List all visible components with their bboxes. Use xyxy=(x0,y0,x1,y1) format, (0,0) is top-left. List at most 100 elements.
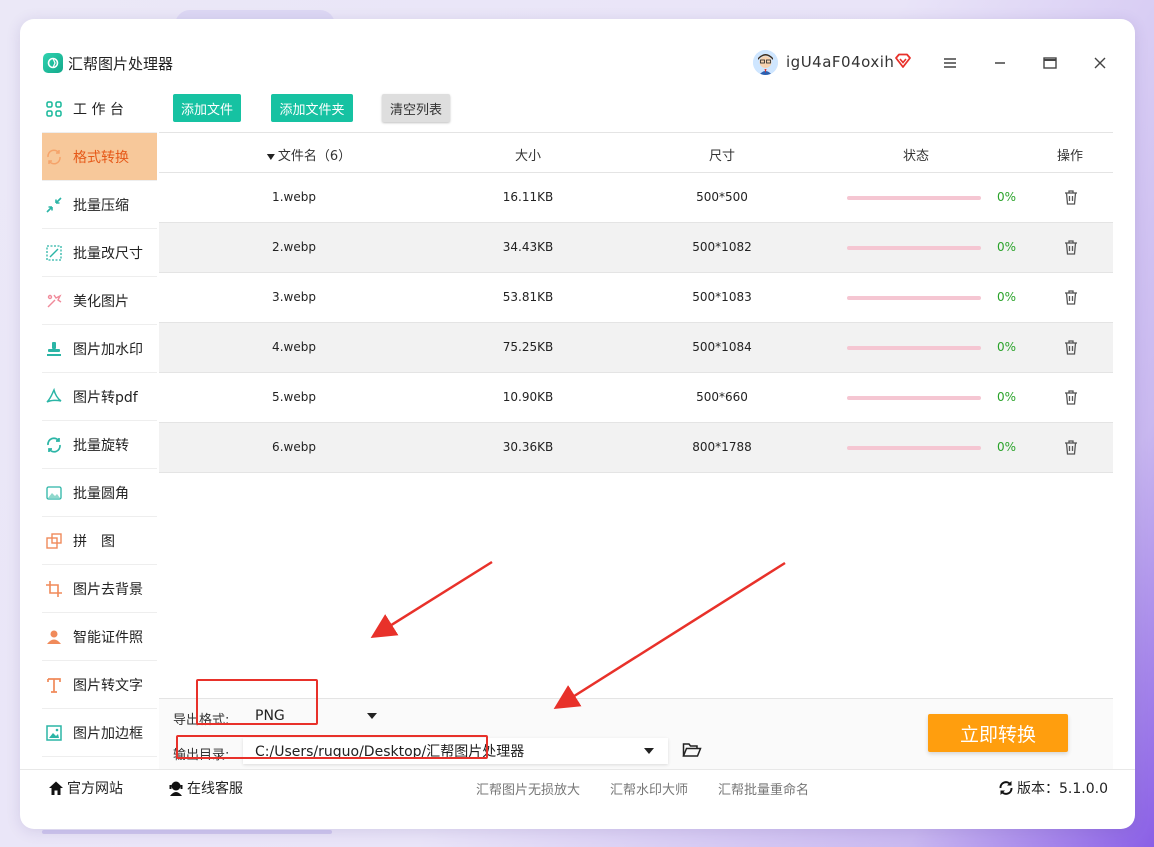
sidebar-item-frame[interactable]: 图片加边框 xyxy=(42,709,157,757)
sort-header-name[interactable]: 文件名（6） xyxy=(266,145,352,164)
table-row[interactable]: 4.webp 75.25KB 500*1084 0% xyxy=(159,323,1113,373)
frame-icon xyxy=(44,723,64,743)
menu-icon[interactable] xyxy=(940,53,960,73)
sidebar-item-id-photo[interactable]: 智能证件照 xyxy=(42,613,157,661)
trash-icon[interactable] xyxy=(1063,189,1079,206)
sidebar-item-label: 智能证件照 xyxy=(73,629,143,646)
collage-icon xyxy=(44,531,64,551)
file-size: 34.43KB xyxy=(502,240,554,254)
progress-bar xyxy=(847,196,981,200)
sidebar-item-label: 美化图片 xyxy=(73,293,129,310)
sidebar-item-label: 批量旋转 xyxy=(73,437,129,454)
sidebar: 工 作 台 格式转换 批量压缩 批量改尺寸 美化图片 图片加水印 图片转pdf xyxy=(42,85,157,769)
resize-icon xyxy=(44,243,64,263)
sidebar-item-format-convert[interactable]: 格式转换 xyxy=(42,133,157,181)
folder-open-icon[interactable] xyxy=(682,742,702,758)
avatar[interactable] xyxy=(753,50,778,75)
sidebar-item-label: 格式转换 xyxy=(73,149,129,166)
clear-list-button[interactable]: 清空列表 xyxy=(382,94,450,122)
sidebar-item-rotate[interactable]: 批量旋转 xyxy=(42,421,157,469)
table-header: 文件名（6） 大小 尺寸 状态 操作 xyxy=(159,132,1113,173)
progress-percent: 0% xyxy=(997,390,1017,404)
progress-percent: 0% xyxy=(997,440,1017,454)
table-row[interactable]: 5.webp 10.90KB 500*660 0% xyxy=(159,373,1113,423)
add-folder-button[interactable]: 添加文件夹 xyxy=(271,94,353,122)
person-icon xyxy=(44,627,64,647)
crop-icon xyxy=(44,579,64,599)
sidebar-item-watermark[interactable]: 图片加水印 xyxy=(42,325,157,373)
table-row[interactable]: 1.webp 16.11KB 500*500 0% xyxy=(159,173,1113,223)
file-name: 4.webp xyxy=(272,340,316,354)
sidebar-item-label: 图片转pdf xyxy=(73,389,138,406)
official-website-link[interactable]: 官方网站 xyxy=(48,778,123,798)
chevron-down-icon xyxy=(367,713,377,719)
file-dimensions: 800*1788 xyxy=(692,440,752,454)
footer: 官方网站 在线客服 汇帮图片无损放大 汇帮水印大师 汇帮批量重命名 版本：5.1… xyxy=(20,769,1135,803)
sidebar-item-label: 拼 图 xyxy=(73,533,115,550)
vip-diamond-icon[interactable] xyxy=(894,53,912,69)
footer-link-upscale[interactable]: 汇帮图片无损放大 xyxy=(476,779,580,798)
progress-bar xyxy=(847,346,981,350)
table-row[interactable]: 2.webp 34.43KB 500*1082 0% xyxy=(159,223,1113,273)
file-size: 16.11KB xyxy=(502,190,554,204)
file-name: 6.webp xyxy=(272,440,316,454)
pdf-icon xyxy=(44,387,64,407)
sidebar-item-compress[interactable]: 批量压缩 xyxy=(42,181,157,229)
sort-down-icon xyxy=(266,153,275,160)
trash-icon[interactable] xyxy=(1063,239,1079,256)
sidebar-item-beautify[interactable]: 美化图片 xyxy=(42,277,157,325)
trash-icon[interactable] xyxy=(1063,389,1079,406)
footer-link-rename[interactable]: 汇帮批量重命名 xyxy=(718,779,809,798)
refresh-icon xyxy=(999,781,1013,795)
progress-percent: 0% xyxy=(997,290,1017,304)
sidebar-item-to-text[interactable]: 图片转文字 xyxy=(42,661,157,709)
sidebar-item-to-pdf[interactable]: 图片转pdf xyxy=(42,373,157,421)
annotation-box-output-dir xyxy=(176,735,488,759)
version-info[interactable]: 版本：5.1.0.0 xyxy=(998,778,1108,798)
grid-icon xyxy=(44,99,64,119)
watermark-icon xyxy=(44,339,64,359)
headset-icon xyxy=(169,781,183,796)
online-support-link[interactable]: 在线客服 xyxy=(168,778,243,798)
sidebar-item-label: 工 作 台 xyxy=(73,101,124,118)
progress-percent: 0% xyxy=(997,190,1017,204)
file-table: 文件名（6） 大小 尺寸 状态 操作 1.webp 16.11KB 500*50… xyxy=(159,132,1113,473)
header-name: 文件名（6） xyxy=(277,149,352,164)
sidebar-item-remove-bg[interactable]: 图片去背景 xyxy=(42,565,157,613)
sidebar-item-resize[interactable]: 批量改尺寸 xyxy=(42,229,157,277)
file-dimensions: 500*660 xyxy=(696,390,748,404)
header-action: 操作 xyxy=(1056,149,1084,164)
sidebar-item-label: 批量压缩 xyxy=(73,197,129,214)
maximize-icon[interactable] xyxy=(1040,53,1060,73)
file-dimensions: 500*1084 xyxy=(692,340,752,354)
trash-icon[interactable] xyxy=(1063,339,1079,356)
chevron-down-icon xyxy=(644,748,654,754)
convert-now-button[interactable]: 立即转换 xyxy=(928,714,1068,752)
file-dimensions: 500*500 xyxy=(696,190,748,204)
compress-icon xyxy=(44,195,64,215)
online-support-label: 在线客服 xyxy=(187,781,243,797)
app-logo-icon xyxy=(43,53,63,73)
sidebar-item-workbench[interactable]: 工 作 台 xyxy=(42,85,157,133)
table-row[interactable]: 6.webp 30.36KB 800*1788 0% xyxy=(159,423,1113,473)
sidebar-item-label: 图片去背景 xyxy=(73,581,143,598)
minimize-icon[interactable] xyxy=(990,53,1010,73)
file-size: 10.90KB xyxy=(502,390,554,404)
convert-icon xyxy=(44,147,64,167)
sidebar-item-collage[interactable]: 拼 图 xyxy=(42,517,157,565)
header-size: 大小 xyxy=(514,149,542,164)
sidebar-item-round-corner[interactable]: 批量圆角 xyxy=(42,469,157,517)
annotation-box-format xyxy=(196,679,318,725)
header-dimensions: 尺寸 xyxy=(708,149,736,164)
trash-icon[interactable] xyxy=(1063,439,1079,456)
table-row[interactable]: 3.webp 53.81KB 500*1083 0% xyxy=(159,273,1113,323)
round-corner-icon xyxy=(44,483,64,503)
background-bar xyxy=(42,830,332,834)
sidebar-item-label: 批量圆角 xyxy=(73,485,129,502)
username[interactable]: igU4aF04oxih xyxy=(786,53,894,71)
header-status: 状态 xyxy=(902,149,930,164)
footer-link-watermark[interactable]: 汇帮水印大师 xyxy=(610,779,688,798)
trash-icon[interactable] xyxy=(1063,289,1079,306)
add-file-button[interactable]: 添加文件 xyxy=(173,94,241,122)
close-icon[interactable] xyxy=(1090,53,1110,73)
